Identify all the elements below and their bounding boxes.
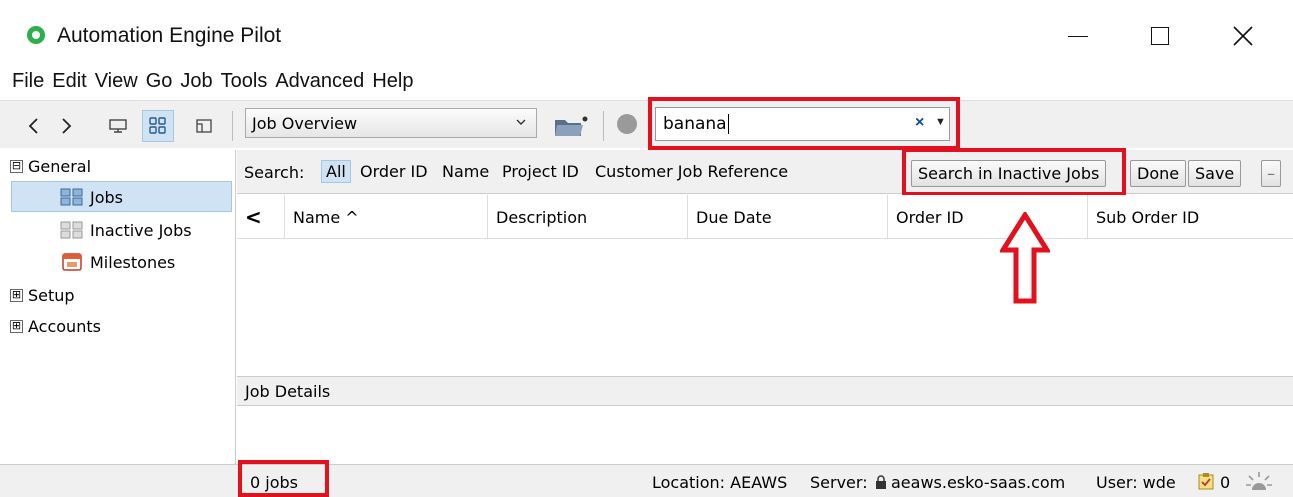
app-logo-icon — [27, 26, 45, 44]
server-label: Server: — [810, 473, 868, 492]
tree-group-label: General — [28, 156, 92, 176]
job-details-panel — [237, 406, 1293, 464]
chevron-left-icon — [28, 118, 38, 134]
expand-icon[interactable]: ⊞ — [10, 288, 23, 302]
status-bar: 0 jobs Location: AEAWS Server: aeaws.esk… — [0, 464, 1293, 497]
tree-group-general[interactable]: ⊟ General — [10, 152, 91, 180]
view-selector[interactable]: Job Overview — [245, 108, 537, 138]
tree-group-setup[interactable]: ⊞ Setup — [10, 281, 75, 309]
close-button[interactable] — [1213, 14, 1273, 58]
toolbar-separator — [232, 111, 233, 141]
panel-view-button[interactable] — [188, 110, 220, 142]
search-label: Search: — [244, 163, 305, 182]
done-button[interactable]: Done — [1130, 160, 1187, 187]
activity-light-icon[interactable] — [1244, 470, 1274, 492]
column-description[interactable]: Description — [488, 195, 688, 239]
task-clipboard-icon[interactable] — [1198, 472, 1214, 490]
monitor-icon — [109, 119, 127, 133]
forward-button[interactable] — [50, 110, 82, 142]
search-filter-bar: Search: All Order ID Name Project ID Cus… — [237, 150, 1293, 194]
highlight-box-search — [648, 97, 960, 150]
menu-tools[interactable]: Tools — [221, 70, 268, 93]
chevron-down-icon — [516, 119, 526, 125]
save-button[interactable]: Save — [1188, 160, 1242, 187]
menu-go[interactable]: Go — [146, 70, 173, 93]
grid-icon — [149, 117, 166, 134]
window-title: Automation Engine Pilot — [57, 24, 282, 47]
jobs-icon — [60, 188, 83, 206]
menu-help[interactable]: Help — [372, 70, 413, 93]
info-icon[interactable] — [617, 114, 637, 134]
minimize-button[interactable] — [1048, 14, 1108, 58]
menu-view[interactable]: View — [95, 70, 138, 93]
maximize-button[interactable] — [1130, 14, 1190, 58]
collapse-icon[interactable]: ⊟ — [10, 159, 23, 173]
sidebar-item-label: Jobs — [90, 187, 123, 207]
menu-edit[interactable]: Edit — [52, 70, 86, 93]
toolbar-separator — [603, 111, 604, 141]
lock-icon — [876, 475, 886, 489]
toolbar — [0, 100, 1293, 148]
maximize-icon — [1151, 27, 1169, 45]
sidebar-item-inactive-jobs[interactable]: Inactive Jobs — [60, 216, 192, 244]
view-selector-value: Job Overview — [252, 113, 358, 133]
filter-all[interactable]: All — [321, 160, 351, 183]
jobs-table-body[interactable] — [237, 240, 1293, 376]
inactive-jobs-icon — [60, 221, 83, 239]
job-details-header: Job Details — [237, 376, 1293, 406]
highlight-box-inactive — [902, 148, 1126, 196]
folder-icon — [555, 116, 588, 136]
calendar-icon — [62, 253, 82, 271]
user-label: User: wde — [1096, 473, 1176, 492]
tree-group-label: Accounts — [28, 316, 101, 336]
tree-group-accounts[interactable]: ⊞ Accounts — [10, 312, 101, 340]
menu-advanced[interactable]: Advanced — [275, 70, 364, 93]
sidebar-item-jobs[interactable]: Jobs — [60, 183, 123, 211]
share-column-icon[interactable]: < — [237, 195, 285, 239]
panel-icon — [196, 119, 212, 133]
chevron-right-icon — [62, 118, 72, 134]
sidebar-item-label: Milestones — [90, 252, 176, 272]
tree-group-label: Setup — [28, 285, 75, 305]
minimize-icon — [1068, 35, 1088, 37]
desktop-view-button[interactable] — [102, 110, 134, 142]
column-order-id[interactable]: Order ID — [888, 195, 1088, 239]
column-sub-order-id[interactable]: Sub Order ID — [1088, 195, 1293, 239]
sidebar: ⊟ General Jobs Inactive Jobs Milestones … — [0, 150, 236, 464]
sidebar-item-milestones[interactable]: Milestones — [60, 248, 175, 276]
title-bar: Automation Engine Pilot — [0, 0, 1293, 62]
highlight-box-count — [238, 460, 329, 497]
task-count: 0 — [1220, 473, 1231, 492]
back-button[interactable] — [18, 110, 50, 142]
table-header: < Name ^ Description Due Date Order ID S… — [237, 195, 1293, 239]
filter-name[interactable]: Name — [442, 162, 489, 181]
filter-customer-job-reference[interactable]: Customer Job Reference — [595, 162, 788, 181]
close-icon — [1233, 26, 1253, 46]
column-name[interactable]: Name ^ — [285, 195, 488, 239]
server-name: aeaws.esko-saas.com — [891, 473, 1066, 492]
sidebar-item-label: Inactive Jobs — [90, 220, 192, 240]
filter-order-id[interactable]: Order ID — [360, 162, 428, 181]
remove-filter-button[interactable]: – — [1261, 160, 1281, 187]
filter-project-id[interactable]: Project ID — [502, 162, 579, 181]
grid-view-button[interactable] — [142, 110, 174, 142]
annotation-arrow — [1000, 212, 1050, 304]
expand-icon[interactable]: ⊞ — [10, 319, 23, 333]
menu-file[interactable]: File — [12, 70, 44, 93]
menu-job[interactable]: Job — [180, 70, 212, 93]
location-label: Location: AEAWS — [652, 473, 788, 492]
column-due-date[interactable]: Due Date — [688, 195, 888, 239]
menu-bar: File Edit View Go Job Tools Advanced Hel… — [0, 64, 421, 98]
new-job-folder-button[interactable] — [550, 110, 592, 142]
